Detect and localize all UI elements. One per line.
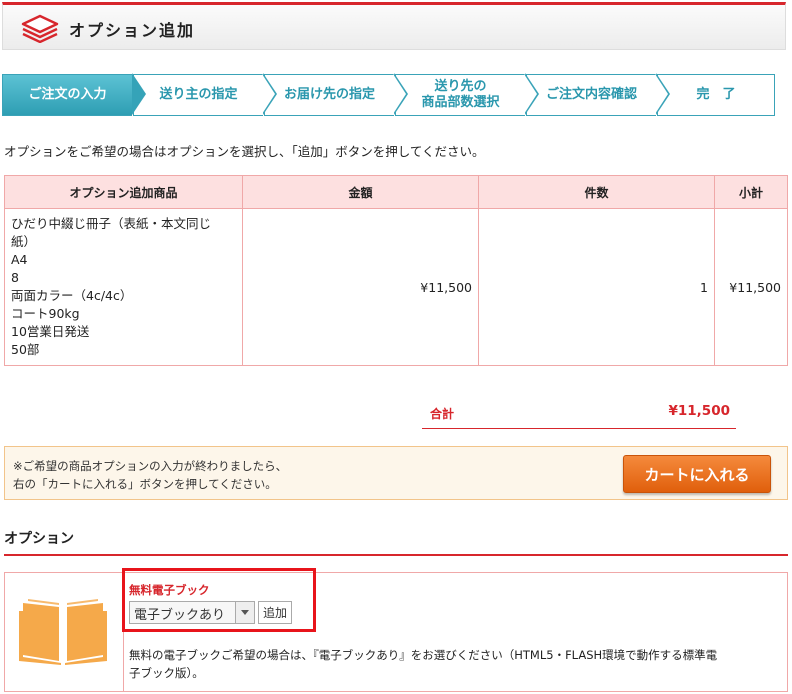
step-order-input: ご注文の入力 — [2, 74, 132, 116]
intro-text: オプションをご希望の場合はオプションを選択し、「追加」ボタンを押してください。 — [4, 144, 485, 159]
desc-line: 両面カラー（4c/4c） — [11, 288, 133, 303]
step-label: ご注文内容確認 — [545, 87, 637, 102]
desc-line: 50部 — [11, 342, 40, 357]
page-title: オプション追加 — [69, 21, 196, 40]
step-label: お届け先の指定 — [283, 87, 375, 102]
subtotal-cell: ¥11,500 — [714, 208, 788, 366]
col-product: オプション追加商品 — [4, 175, 243, 209]
options-heading: オプション — [4, 528, 788, 556]
cart-notice: ※ご希望の商品オプションの入力が終わりましたら、 右の「カートに入れる」ボタンを… — [4, 446, 788, 500]
qty-cell: 1 — [478, 208, 715, 366]
total-label: 合計 — [430, 407, 455, 421]
desc-line: 紙） — [11, 234, 37, 249]
step-arrow — [262, 74, 275, 114]
add-to-cart-button[interactable]: カートに入れる — [623, 455, 771, 493]
step-label: 送り先の 商品部数選択 — [421, 79, 500, 110]
step-quantity: 送り先の 商品部数選択 — [395, 74, 525, 116]
desc-line: 子ブック版）。 — [129, 666, 204, 680]
progress-steps: ご注文の入力 送り主の指定 お届け先の指定 送り先の 商品部数選択 ご注文内容確… — [2, 73, 788, 120]
option-image-cell — [5, 573, 124, 691]
open-book-icon — [19, 599, 107, 665]
total-row: 合計 ¥11,500 — [422, 400, 736, 429]
desc-line: 8 — [11, 270, 19, 285]
step-arrow — [655, 74, 668, 114]
step-confirm: ご注文内容確認 — [526, 74, 656, 116]
desc-line: ひだり中綴じ冊子（表紙・本文同じ — [11, 216, 212, 231]
step-label: 送り主の指定 — [159, 87, 238, 102]
desc-line: 10営業日発送 — [11, 324, 90, 339]
table-header-row: オプション追加商品 金額 件数 小計 — [4, 175, 788, 209]
layers-icon — [21, 14, 59, 43]
total-value: ¥11,500 — [668, 403, 731, 419]
highlight-frame — [122, 568, 316, 632]
product-description: ひだり中綴じ冊子（表紙・本文同じ 紙） A4 8 両面カラー（4c/4c） コー… — [4, 208, 243, 366]
desc-line: A4 — [11, 252, 28, 267]
table-row: ひだり中綴じ冊子（表紙・本文同じ 紙） A4 8 両面カラー（4c/4c） コー… — [4, 208, 788, 366]
step-arrow — [132, 74, 145, 114]
col-price: 金額 — [242, 175, 479, 209]
col-subtotal: 小計 — [714, 175, 788, 209]
step-label: 完 了 — [696, 87, 736, 102]
step-complete: 完 了 — [657, 74, 775, 116]
desc-line: コート90kg — [11, 306, 80, 321]
step-arrow — [393, 74, 406, 114]
notice-line: ※ご希望の商品オプションの入力が終わりましたら、 — [13, 459, 288, 473]
step-arrow — [524, 74, 537, 114]
step-label: ご注文の入力 — [28, 87, 107, 102]
notice-line: 右の「カートに入れる」ボタンを押してください。 — [13, 477, 277, 491]
col-qty: 件数 — [478, 175, 715, 209]
desc-line: 無料の電子ブックご希望の場合は、『電子ブックあり』をお選びください（HTML5・… — [129, 648, 718, 662]
step-destination: お届け先の指定 — [264, 74, 394, 116]
page-header: オプション追加 — [2, 2, 786, 50]
option-items-table: オプション追加商品 金額 件数 小計 ひだり中綴じ冊子（表紙・本文同じ 紙） A… — [4, 175, 788, 366]
step-sender: 送り主の指定 — [133, 74, 263, 116]
option-description: 無料の電子ブックご希望の場合は、『電子ブックあり』をお選びください（HTML5・… — [129, 646, 781, 682]
price-cell: ¥11,500 — [242, 208, 479, 366]
notice-text: ※ご希望の商品オプションの入力が終わりましたら、 右の「カートに入れる」ボタンを… — [13, 457, 287, 493]
